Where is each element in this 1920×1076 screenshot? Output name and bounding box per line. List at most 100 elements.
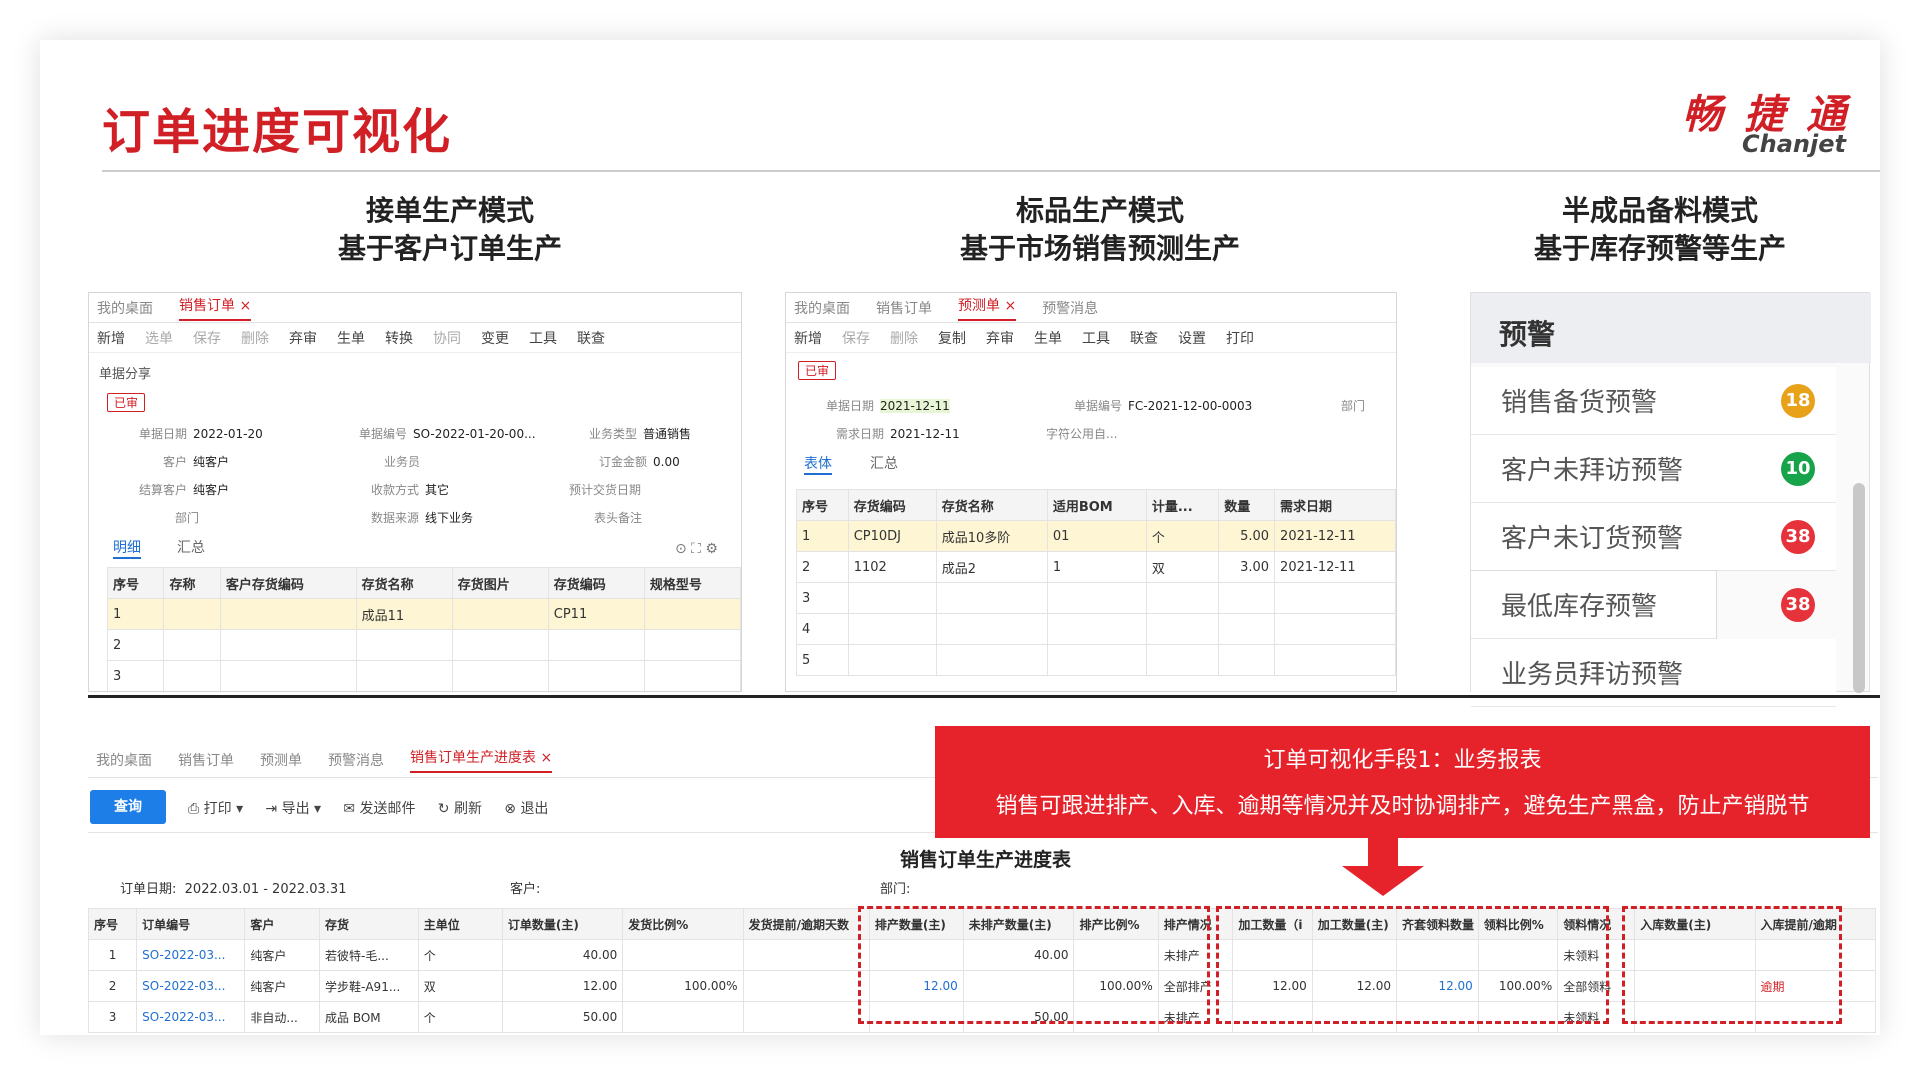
tab-progress-report[interactable]: 销售订单生产进度表 × [410,747,553,773]
subtab-summary[interactable]: 汇总 [870,453,898,473]
table-row[interactable]: 2 1102 成品2 1 双 3.00 2021-12-11 [796,551,1396,583]
grid-tool-icons[interactable]: ⊙ ⛶ ⚙ [675,541,718,557]
toolbar-new[interactable]: 新增 [794,328,822,348]
field-value[interactable]: 普通销售 [643,427,691,441]
table-row[interactable]: 3 [106,660,741,691]
field-label: 结算客户 [139,483,188,497]
field-value[interactable]: 纯客户 [193,483,229,497]
table-cell [451,629,549,661]
table-row[interactable]: 2 [106,629,741,661]
table-cell [643,660,741,691]
order-link[interactable]: SO-2022-03... [136,939,246,971]
mode-heading-semi-finished: 半成品备料模式 基于库存预警等生产 [1460,192,1860,268]
table-cell: CP10DJ [847,520,937,552]
toolbar-unapprove[interactable]: 弃审 [986,328,1014,348]
query-button[interactable]: 查询 [90,790,166,824]
table-cell [355,660,453,691]
toolbar-save[interactable]: 保存 [193,328,221,348]
field-label: 部门 [1341,399,1366,413]
toolbar-query[interactable]: 联查 [577,328,605,348]
table-cell: 1 [87,939,138,971]
subtab-detail[interactable]: 明细 [113,537,141,559]
toolbar-settings[interactable]: 设置 [1178,328,1206,348]
table-row[interactable]: 1 CP10DJ 成品10多阶 01 个 5.00 2021-12-11 [796,520,1396,552]
table-cell [935,613,1048,645]
alert-item[interactable]: 客户未订货预警 38 [1471,503,1836,571]
tab-desktop[interactable]: 我的桌面 [97,298,153,318]
send-mail-label: 发送邮件 [359,801,416,817]
table-row[interactable]: 5 [796,644,1396,676]
table-row[interactable]: 1 成品11 CP11 [106,598,741,630]
alert-item[interactable]: 最低库存预警 38 [1471,571,1815,639]
toolbar-tools[interactable]: 工具 [529,328,557,348]
toolbar-print[interactable]: 打印 [1226,328,1254,348]
toolbar-unapprove[interactable]: 弃审 [289,328,317,348]
table-row[interactable]: 4 [796,613,1396,645]
export-button[interactable]: ⇥ 导出 ▾ [265,801,321,817]
refresh-button[interactable]: ↻ 刷新 [438,801,482,817]
subtab-summary[interactable]: 汇总 [177,537,205,557]
column-header: 发货比例% [622,908,744,940]
table-cell [643,629,741,661]
exit-button[interactable]: ⊗ 退出 [504,801,548,817]
table-cell: 5 [796,644,849,676]
toolbar-change[interactable]: 变更 [481,328,509,348]
field-value[interactable]: 其它 [425,483,449,497]
tab-forecast[interactable]: 预测单 [260,750,302,770]
toolbar-new[interactable]: 新增 [97,328,125,348]
toolbar-delete[interactable]: 删除 [890,328,918,348]
tab-label: 销售订单 [179,297,235,314]
tab-sales-order[interactable]: 销售订单 × [179,295,252,321]
table-cell [622,939,744,971]
table-row[interactable]: 3 [796,582,1396,614]
field-value[interactable]: FC-2021-12-00-0003 [1128,399,1252,413]
toolbar-delete[interactable]: 删除 [241,328,269,348]
field-value[interactable]: 2022-01-20 [193,427,263,441]
toolbar-select[interactable]: 选单 [145,328,173,348]
print-label: 打印 [203,801,232,817]
tab-sales-order[interactable]: 销售订单 [178,750,234,770]
toolbar-collab[interactable]: 协同 [433,328,461,348]
toolbar-query[interactable]: 联查 [1130,328,1158,348]
order-link[interactable]: SO-2022-03... [136,970,246,1002]
toolbar-convert[interactable]: 转换 [385,328,413,348]
print-button[interactable]: ⎙ 打印 ▾ [188,801,243,817]
table-cell: 个 [417,1001,503,1033]
report-title: 销售订单生产进度表 [900,849,1072,871]
toolbar-copy[interactable]: 复制 [938,328,966,348]
toolbar-save[interactable]: 保存 [842,328,870,348]
alert-item[interactable]: 销售备货预警 18 [1471,367,1836,435]
alerts-panel: 预警 销售备货预警 18 客户未拜访预警 10 客户未订货预警 38 最低库存预警 38 业务员… [1470,292,1871,707]
column-header: 订单编号 [136,908,246,940]
field-value[interactable]: 纯客户 [193,455,229,469]
tab-forecast[interactable]: 预测单 × [958,295,1017,321]
toolbar-generate[interactable]: 生单 [337,328,365,348]
field-value[interactable]: 线下业务 [425,511,473,525]
tab-desktop[interactable]: 我的桌面 [794,298,850,318]
alert-item[interactable]: 客户未拜访预警 10 [1471,435,1836,503]
field-no: 单据编号 SO-2022-01-20-00... [359,425,536,442]
tab-alerts[interactable]: 预警消息 [1042,298,1098,318]
column-header: 客户存货编码 [219,567,357,599]
tab-sales-order[interactable]: 销售订单 [876,298,932,318]
toolbar-generate[interactable]: 生单 [1034,328,1062,348]
field-dept: 部门 [1341,397,1365,414]
title-divider [102,170,1880,172]
subtab-body[interactable]: 表体 [804,453,832,475]
table-cell: 成品 BOM [319,1001,419,1033]
toolbar-tools[interactable]: 工具 [1082,328,1110,348]
alert-count-badge: 38 [1781,519,1815,554]
send-mail-button[interactable]: ✉ 发送邮件 [343,801,415,817]
tab-desktop[interactable]: 我的桌面 [96,750,152,770]
callout-line2: 销售可跟进排产、入库、逾期等情况并及时协调排产，避免生产黑盒，防止产销脱节 [995,794,1810,819]
table-cell: 100.00% [622,970,744,1002]
field-value[interactable]: 0.00 [653,455,680,469]
tab-alerts[interactable]: 预警消息 [328,750,384,770]
alerts-scrollbar[interactable] [1853,483,1865,693]
table-cell [1218,644,1276,676]
field-value[interactable]: 2021-12-11 [880,399,950,413]
field-value[interactable]: 2021-12-11 [890,427,960,441]
field-value[interactable]: SO-2022-01-20-00... [413,427,536,441]
order-link[interactable]: SO-2022-03... [136,1001,246,1033]
column-header: 发货提前/逾期天数 [742,908,870,940]
